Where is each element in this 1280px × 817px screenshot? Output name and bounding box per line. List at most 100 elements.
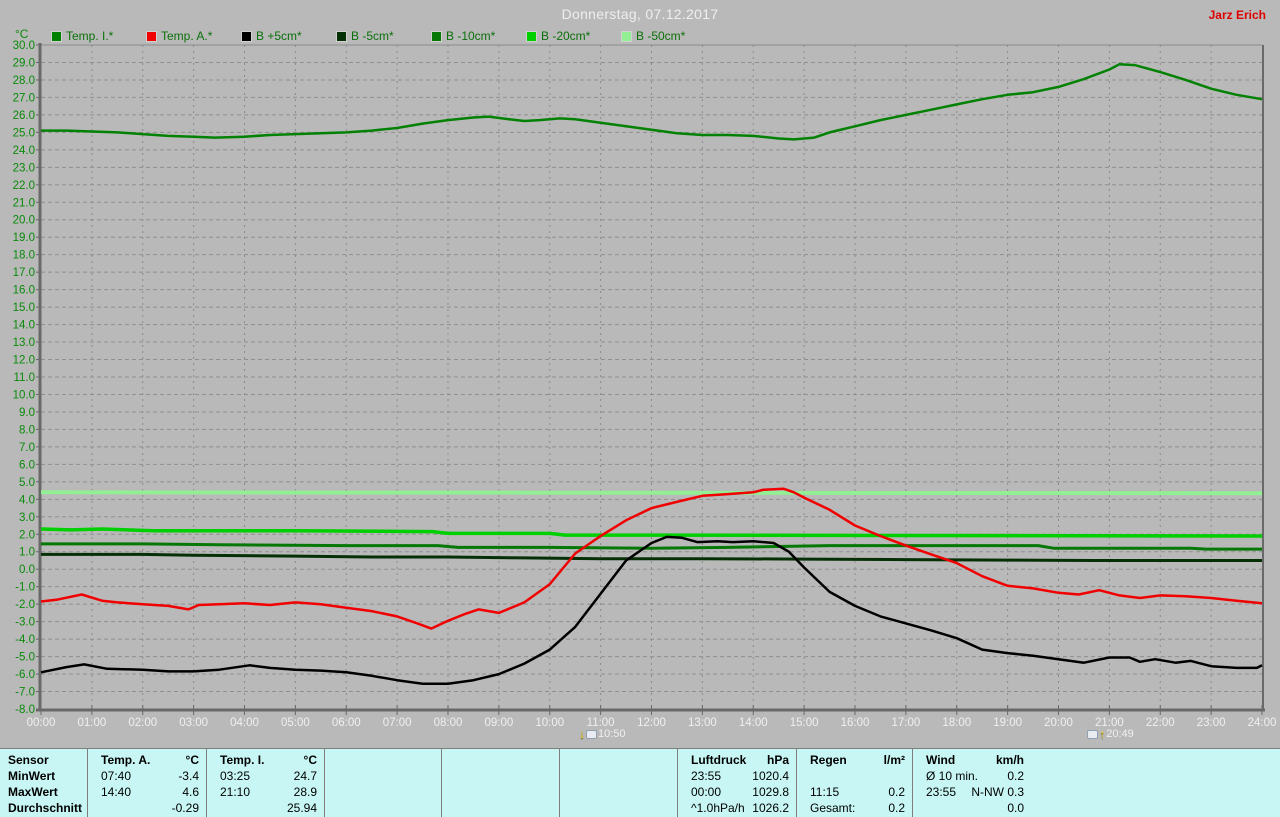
y-tick-label: 23.0 [13, 162, 35, 174]
stats-column-title: Regen [810, 753, 847, 767]
x-tick-label: 20:00 [1044, 717, 1073, 729]
stats-table: Sensor MinWert MaxWert Durchschnitt Temp. A.… [0, 748, 1280, 817]
stats-cell-time: ^1.0hPa/h [691, 801, 745, 815]
stats-cell-time [442, 768, 455, 784]
stats-column-unit [552, 752, 559, 768]
marker-down-arrow-icon: ↓ [578, 727, 585, 741]
weather-day-chart-window: Donnerstag, 07.12.2017 Jarz Erich °C Tem… [0, 0, 1280, 817]
stats-row-label: MinWert [8, 769, 56, 783]
x-tick-label: 02:00 [128, 717, 157, 729]
y-tick-label: 14.0 [13, 320, 35, 332]
x-tick-label: 06:00 [332, 717, 361, 729]
y-tick-label: 16.0 [13, 285, 35, 297]
y-tick-label: -1.0 [15, 582, 35, 594]
stats-column-temp-i-: Temp. I. °C 03:25 24.7 21:10 28.9 25.94 [207, 749, 325, 817]
stats-cell-time [325, 800, 338, 816]
x-tick-label: 18:00 [942, 717, 971, 729]
y-tick-label: 7.0 [19, 442, 35, 454]
y-tick-label: 30.0 [13, 40, 35, 52]
time-marker-down: ↓ 10:50 [579, 727, 626, 741]
stats-column-title: Temp. A. [101, 753, 151, 767]
y-tick-label: 10.0 [13, 389, 35, 401]
stats-cell-value [552, 800, 559, 816]
stats-column-title: Luftdruck [691, 753, 747, 767]
y-tick-label: 15.0 [13, 302, 35, 314]
y-tick-label: 26.0 [13, 110, 35, 122]
stats-cell-value [552, 784, 559, 800]
stats-cell-value: 4.6 [182, 785, 199, 799]
stats-row-label: MaxWert [8, 785, 58, 799]
x-tick-label: 17:00 [891, 717, 920, 729]
stats-cell-value [905, 768, 912, 784]
y-tick-label: 20.0 [13, 215, 35, 227]
stats-cell-time: 14:40 [101, 785, 132, 799]
x-tick-label: 16:00 [841, 717, 870, 729]
stats-cell-time: Ø 10 min. [926, 769, 979, 783]
stats-cell-time [913, 800, 926, 816]
stats-cell-time [560, 768, 573, 784]
stats-column-unit: km/h [995, 753, 1024, 767]
stats-row-label: Durchschnitt [8, 801, 83, 815]
x-tick-label: 14:00 [739, 717, 768, 729]
stats-cell-time [325, 784, 338, 800]
stats-cell-time [207, 800, 220, 816]
stats-column-regen: Regen l/m² 11:15 0.2 Gesamt: 0.2 [797, 749, 913, 817]
chart-plot-area: 30.0 29.0 28.0 27.0 26.0 25.0 24.0 23.0 22.0 21.0… [13, 40, 1277, 729]
y-tick-label: -7.0 [15, 687, 35, 699]
stats-column-unit: hPa [766, 753, 789, 767]
stats-column-unit: l/m² [883, 753, 905, 767]
stats-column-empty-4 [560, 749, 678, 817]
stats-cell-value: N-NW 0.3 [971, 785, 1024, 799]
y-tick-label: 12.0 [13, 355, 35, 367]
stats-column-unit: °C [185, 753, 199, 767]
time-marker-up: ↑ 20:49 [1087, 727, 1134, 741]
y-tick-label: 3.0 [19, 512, 35, 524]
x-tick-label: 03:00 [179, 717, 208, 729]
stats-column-empty-2 [325, 749, 442, 817]
stats-column-title: Wind [926, 753, 956, 767]
stats-cell-time [442, 800, 455, 816]
stats-column-title [325, 752, 338, 768]
stats-cell-time: 00:00 [691, 785, 722, 799]
stats-cell-value: 0.0 [1007, 801, 1024, 815]
y-tick-label: 25.0 [13, 127, 35, 139]
stats-cell-value [434, 768, 441, 784]
marker-weather-icon [1087, 729, 1099, 739]
stats-cell-time: 21:10 [220, 785, 251, 799]
y-tick-label: -4.0 [15, 634, 35, 646]
y-tick-label: 9.0 [19, 407, 35, 419]
stats-cell-value: 1020.4 [752, 769, 789, 783]
y-tick-label: 1.0 [19, 547, 35, 559]
y-tick-label: -2.0 [15, 599, 35, 611]
stats-column-title [442, 752, 455, 768]
y-tick-label: 28.0 [13, 75, 35, 87]
stats-cell-value [434, 784, 441, 800]
stats-cell-time [560, 784, 573, 800]
x-tick-label: 09:00 [484, 717, 513, 729]
stats-column-empty-3 [442, 749, 560, 817]
x-tick-label: 12:00 [637, 717, 666, 729]
stats-cell-value: 0.2 [888, 785, 905, 799]
stats-cell-time: 23:55 [691, 769, 722, 783]
y-tick-label: 24.0 [13, 145, 35, 157]
stats-cell-value: -0.29 [171, 801, 199, 815]
stats-cell-value [552, 768, 559, 784]
stats-cell-time: 11:15 [810, 785, 840, 799]
y-tick-label: 6.0 [19, 459, 35, 471]
stats-column-unit [434, 752, 441, 768]
y-tick-label: 27.0 [13, 92, 35, 104]
stats-cell-time: 23:55 [926, 785, 957, 799]
y-tick-label: -6.0 [15, 669, 35, 681]
marker-up-arrow-icon: ↑ [1099, 727, 1106, 741]
x-tick-label: 10:00 [535, 717, 564, 729]
stats-cell-time [797, 768, 810, 784]
marker-weather-icon [585, 729, 597, 739]
stats-column-luftdruck: Luftdruck hPa 23:55 1020.4 00:00 1029.8 ^1.0hP… [678, 749, 797, 817]
stats-cell-time [560, 800, 573, 816]
y-tick-label: -3.0 [15, 617, 35, 629]
stats-cell-value: 1029.8 [752, 785, 789, 799]
y-tick-label: 29.0 [13, 57, 35, 69]
y-tick-label: -8.0 [15, 704, 35, 716]
x-tick-label: 15:00 [790, 717, 819, 729]
stats-cell-value: 24.7 [293, 769, 317, 783]
